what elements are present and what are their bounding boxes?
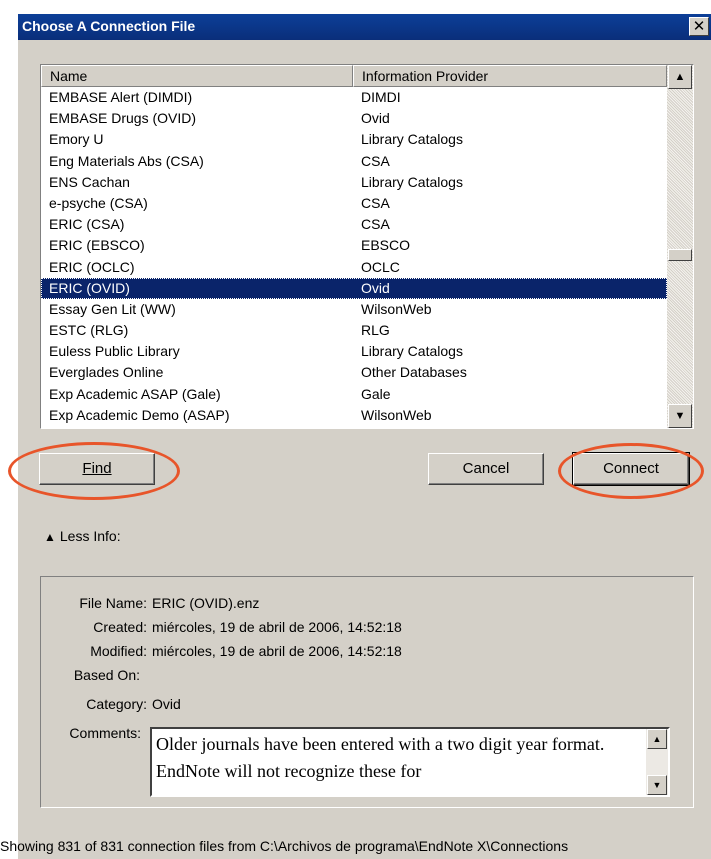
less-info-toggle[interactable]: ▲ Less Info:: [44, 528, 121, 544]
list-item-provider: Other Databases: [361, 364, 467, 381]
list-item-provider: WilsonWeb: [361, 406, 432, 423]
list-item-name: ERIC (EBSCO): [49, 237, 145, 254]
list-item-provider: RLG: [361, 322, 390, 339]
list-item-name: ENS Cachan: [49, 173, 130, 190]
list-scrollbar[interactable]: ▲ ▼: [667, 65, 693, 428]
created-value: miércoles, 19 de abril de 2006, 14:52:18: [152, 619, 402, 635]
collapse-arrow-icon: ▲: [44, 530, 56, 544]
list-item[interactable]: ERIC (EBSCO) EBSCO: [41, 235, 667, 256]
list-item-provider: DIMDI: [361, 89, 401, 105]
list-item[interactable]: EMBASE Drugs (OVID) Ovid: [41, 108, 667, 129]
window-title: Choose A Connection File: [22, 18, 196, 34]
list-item[interactable]: Emory U Library Catalogs: [41, 129, 667, 150]
list-item-name: e-psyche (CSA): [49, 194, 148, 211]
comments-scroll-down-icon[interactable]: ▼: [647, 775, 667, 795]
list-item-provider: EBSCO: [361, 237, 411, 254]
list-header: Name Information Provider: [41, 65, 667, 87]
list-item-provider: Library Catalogs: [361, 343, 463, 360]
list-item-provider: CSA: [361, 216, 390, 233]
file-name-label: File Name:: [79, 595, 147, 611]
list-item-name: Eng Materials Abs (CSA): [49, 152, 204, 169]
cancel-button[interactable]: Cancel: [428, 453, 544, 485]
connection-list[interactable]: Name Information Provider EMBASE Alert (…: [40, 64, 694, 429]
list-item-name: ERIC (CSA): [49, 216, 125, 233]
connect-highlight-oval: [558, 443, 704, 499]
list-item-provider: CSA: [361, 194, 390, 211]
list-rows: EMBASE Alert (DIMDI) DIMDI EMBASE Drugs (O…: [41, 87, 667, 426]
list-item-provider: Ovid: [361, 110, 390, 127]
comments-box[interactable]: Older journals have been entered with a …: [150, 727, 670, 797]
list-item-name: ERIC (OVID): [49, 279, 130, 296]
list-item-provider: Library Catalogs: [361, 173, 463, 190]
list-item[interactable]: ERIC (CSA) CSA: [41, 214, 667, 235]
scroll-thumb[interactable]: [668, 249, 692, 261]
list-item[interactable]: EMBASE Alert (DIMDI) DIMDI: [41, 87, 667, 108]
comments-scroll-up-icon[interactable]: ▲: [647, 729, 667, 749]
list-item[interactable]: Exp Academic Demo (ASAP) WilsonWeb: [41, 405, 667, 426]
list-item-name: ERIC (OCLC): [49, 258, 135, 275]
modified-value: miércoles, 19 de abril de 2006, 14:52:18: [152, 643, 402, 659]
column-header-provider[interactable]: Information Provider: [353, 65, 667, 87]
list-item[interactable]: Everglades Online Other Databases: [41, 362, 667, 383]
list-item-provider: Gale: [361, 385, 391, 402]
list-item[interactable]: Exp Academic ASAP (Gale) Gale: [41, 384, 667, 405]
list-item[interactable]: ERIC (OVID) Ovid: [41, 277, 667, 299]
comments-scrollbar[interactable]: ▲ ▼: [646, 729, 668, 795]
list-item-name: EMBASE Drugs (OVID): [49, 110, 197, 127]
list-item[interactable]: ENS Cachan Library Catalogs: [41, 172, 667, 193]
details-panel: File Name: ERIC (OVID).enz Created: miér…: [40, 576, 694, 808]
scroll-up-icon[interactable]: ▲: [668, 65, 692, 89]
list-item-provider: WilsonWeb: [361, 300, 432, 317]
list-item-name: Emory U: [49, 131, 104, 148]
category-label: Category:: [86, 696, 147, 712]
list-item[interactable]: Essay Gen Lit (WW) WilsonWeb: [41, 299, 667, 320]
list-item-name: ESTC (RLG): [49, 322, 129, 339]
list-item[interactable]: ESTC (RLG) RLG: [41, 320, 667, 341]
comments-text: Older journals have been entered with a …: [156, 734, 605, 781]
title-bar: Choose A Connection File ✕: [18, 14, 711, 40]
list-item-name: Essay Gen Lit (WW): [49, 300, 176, 317]
list-item-provider: CSA: [361, 152, 390, 169]
close-icon[interactable]: ✕: [689, 17, 709, 36]
list-item[interactable]: ERIC (OCLC) OCLC: [41, 257, 667, 278]
scroll-down-icon[interactable]: ▼: [668, 404, 692, 428]
category-value: Ovid: [152, 696, 181, 712]
list-item-provider: Library Catalogs: [361, 131, 463, 148]
list-item-name: Everglades Online: [49, 364, 164, 381]
list-item-provider: OCLC: [361, 258, 400, 275]
created-label: Created:: [93, 619, 147, 635]
list-item-name: Euless Public Library: [49, 343, 180, 360]
modified-label: Modified:: [90, 643, 147, 659]
comments-label: Comments:: [69, 725, 141, 741]
list-item[interactable]: Eng Materials Abs (CSA) CSA: [41, 151, 667, 172]
based-on-label: Based On:: [73, 667, 140, 683]
less-info-label: Less Info:: [59, 528, 121, 544]
list-item-name: Exp Academic Demo (ASAP): [49, 406, 230, 423]
list-item[interactable]: e-psyche (CSA) CSA: [41, 193, 667, 214]
list-item-name: EMBASE Alert (DIMDI): [49, 89, 193, 105]
file-name-value: ERIC (OVID).enz: [152, 595, 260, 611]
status-bar: Showing 831 of 831 connection files from…: [0, 838, 569, 854]
column-header-name[interactable]: Name: [41, 65, 353, 87]
find-highlight-oval: [8, 442, 180, 500]
list-item-provider: Ovid: [361, 279, 390, 296]
list-item[interactable]: Euless Public Library Library Catalogs: [41, 341, 667, 362]
list-item-name: Exp Academic ASAP (Gale): [49, 385, 221, 402]
